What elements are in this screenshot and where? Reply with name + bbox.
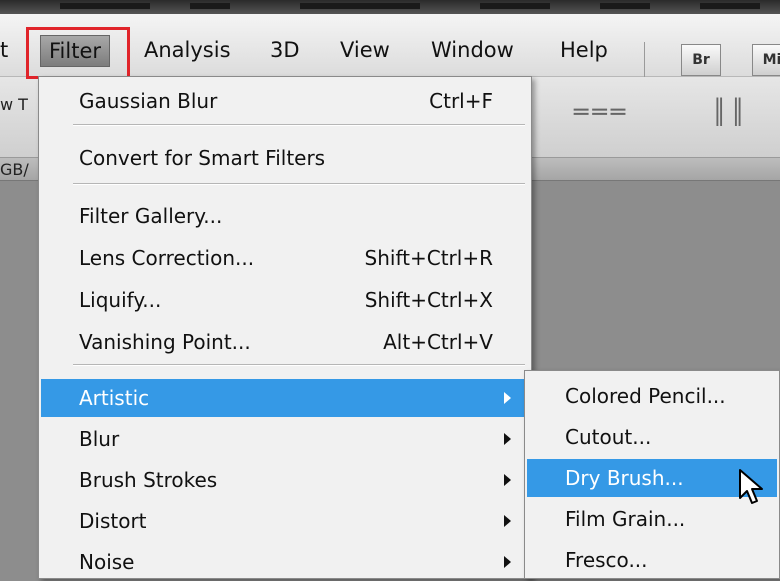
menu-item-shortcut: Shift+Ctrl+R (364, 246, 493, 270)
menu-separator (73, 183, 525, 185)
menu-item-vanishing-point[interactable]: Vanishing Point... Alt+Ctrl+V (41, 323, 529, 361)
menu-item-label: Brush Strokes (79, 468, 218, 492)
submenu-item-cutout[interactable]: Cutout... (527, 418, 777, 456)
submenu-item-colored-pencil[interactable]: Colored Pencil... (527, 377, 777, 415)
submenu-arrow-icon (504, 474, 511, 486)
menu-analysis[interactable]: Analysis (144, 37, 231, 63)
menu-item-label: Convert for Smart Filters (79, 146, 326, 170)
menu-item-lens-correction[interactable]: Lens Correction... Shift+Ctrl+R (41, 239, 529, 277)
menu-item-shortcut: Alt+Ctrl+V (383, 330, 493, 354)
menu-item-noise[interactable]: Noise (41, 543, 529, 581)
submenu-arrow-icon (504, 556, 511, 568)
submenu-item-label: Cutout... (565, 425, 652, 449)
mouse-pointer-icon (739, 469, 763, 504)
submenu-arrow-icon (504, 392, 511, 404)
menu-item-label: Vanishing Point... (79, 330, 251, 354)
menu-window[interactable]: Window (431, 37, 514, 63)
submenu-item-label: Dry Brush... (565, 466, 684, 490)
menu-item-label: Liquify... (79, 288, 162, 312)
menu-view[interactable]: View (340, 37, 390, 63)
menu-item-shortcut: Ctrl+F (429, 89, 493, 113)
menu-item-label: Noise (79, 550, 135, 574)
menu-item-blur[interactable]: Blur (41, 420, 529, 458)
menu-3d[interactable]: 3D (270, 37, 300, 63)
menu-item-liquify[interactable]: Liquify... Shift+Ctrl+X (41, 281, 529, 319)
align-vertical-icon[interactable]: ═══ (574, 98, 629, 126)
menu-item-label: Distort (79, 509, 147, 533)
menu-separator (73, 364, 525, 366)
submenu-item-fresco[interactable]: Fresco... (527, 541, 777, 579)
menu-item-label: Filter Gallery... (79, 204, 223, 228)
menu-item-shortcut: Shift+Ctrl+X (364, 288, 493, 312)
menu-item-filter-gallery[interactable]: Filter Gallery... (41, 197, 529, 235)
menu-separator (73, 124, 525, 126)
menu-item-artistic[interactable]: Artistic (41, 379, 529, 417)
options-bar-text: w T (0, 95, 28, 114)
menu-item-convert-smart-filters[interactable]: Convert for Smart Filters (41, 139, 529, 177)
menu-item-distort[interactable]: Distort (41, 502, 529, 540)
filter-highlight-box (26, 27, 130, 79)
menu-separator (644, 42, 645, 78)
menu-item-label: Blur (79, 427, 120, 451)
submenu-arrow-icon (504, 515, 511, 527)
menu-item-gaussian-blur[interactable]: Gaussian Blur Ctrl+F (41, 82, 529, 120)
submenu-item-label: Fresco... (565, 548, 648, 572)
document-tab-text[interactable]: GB/ (0, 160, 29, 179)
distribute-horizontal-icon[interactable]: ║║ (712, 98, 749, 126)
submenu-item-label: Colored Pencil... (565, 384, 726, 408)
submenu-item-label: Film Grain... (565, 507, 686, 531)
menu-edit-partial[interactable]: t (0, 37, 8, 63)
title-strip (0, 0, 780, 14)
submenu-arrow-icon (504, 433, 511, 445)
menu-item-label: Lens Correction... (79, 246, 255, 270)
mini-bridge-button[interactable]: Mi (752, 44, 780, 76)
menu-item-label: Artistic (79, 386, 150, 410)
bridge-button[interactable]: Br (681, 44, 721, 76)
menu-item-label: Gaussian Blur (79, 89, 218, 113)
menu-item-brush-strokes[interactable]: Brush Strokes (41, 461, 529, 499)
menu-help[interactable]: Help (560, 37, 608, 63)
filter-menu: Gaussian Blur Ctrl+F Convert for Smart F… (38, 76, 532, 579)
